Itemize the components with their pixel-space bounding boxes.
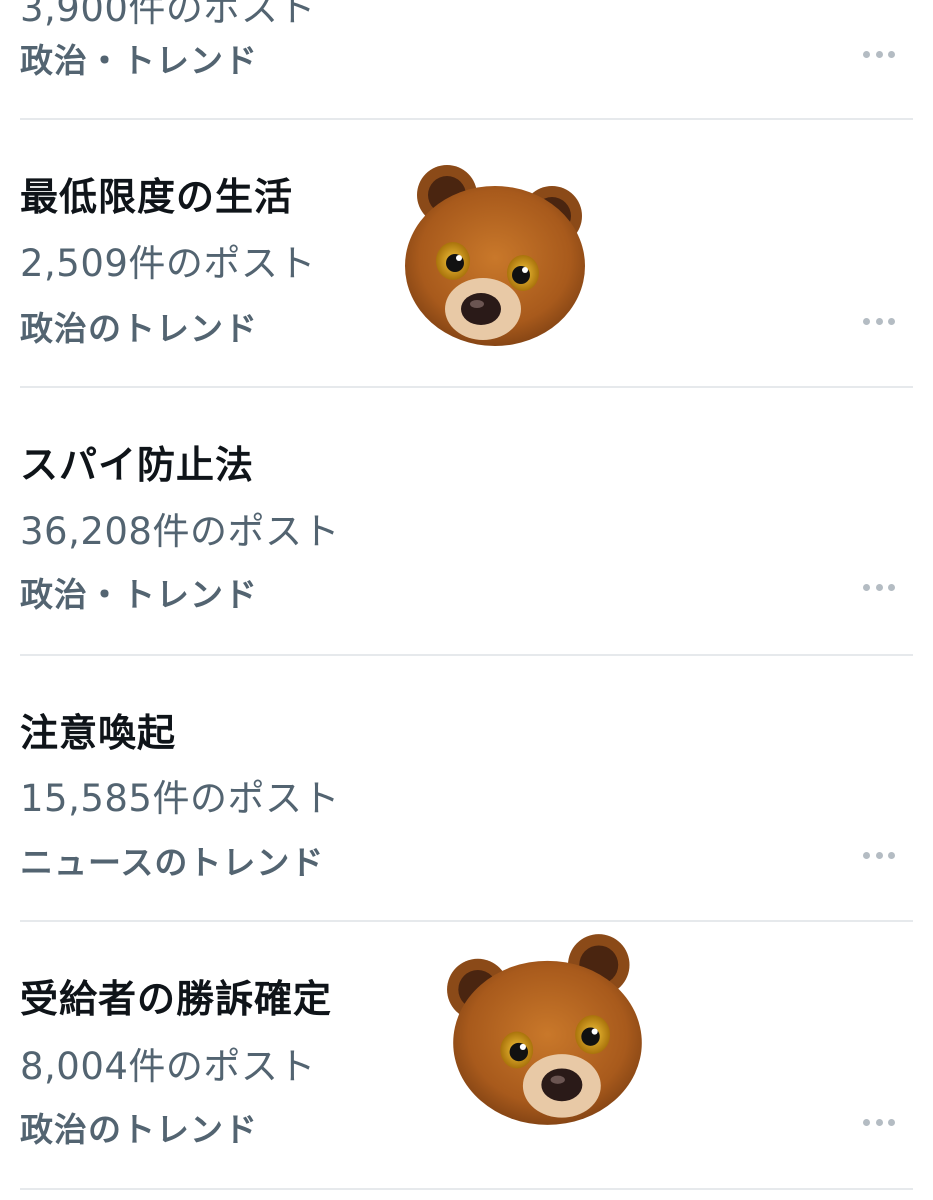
trend-item[interactable]: 3,900件のポスト 政治・トレンド	[20, 0, 913, 120]
post-count: 36,208件のポスト	[20, 510, 340, 553]
trend-item[interactable]: スパイ防止法 36,208件のポスト 政治・トレンド	[20, 388, 913, 656]
bear-face-icon	[405, 165, 585, 346]
more-options-icon[interactable]	[863, 850, 895, 860]
trend-context: ニュースのトレンド	[20, 843, 325, 882]
trend-context: 政治のトレンド	[20, 309, 258, 348]
post-count: 8,004件のポスト	[20, 1045, 316, 1088]
more-options-icon[interactable]	[863, 1117, 895, 1127]
trend-context: 政治・トレンド	[20, 575, 258, 614]
trends-feed: 3,900件のポスト 政治・トレンド 最低限度の生活 2,509件のポスト 政治…	[0, 0, 933, 1200]
trend-topic: スパイ防止法	[20, 443, 255, 487]
post-count: 15,585件のポスト	[20, 777, 340, 820]
trend-context: 政治・トレンド	[20, 41, 258, 80]
trend-topic: 受給者の勝訴確定	[20, 977, 333, 1021]
trend-context: 政治のトレンド	[20, 1110, 258, 1149]
trend-topic: 注意喚起	[20, 711, 177, 755]
more-options-icon[interactable]	[863, 316, 895, 326]
trend-topic: 最低限度の生活	[20, 175, 294, 219]
post-count: 3,900件のポスト	[20, 0, 316, 30]
more-options-icon[interactable]	[863, 582, 895, 592]
more-options-icon[interactable]	[863, 49, 895, 59]
post-count: 2,509件のポスト	[20, 242, 316, 285]
bear-face-icon	[447, 934, 642, 1125]
trend-item[interactable]: 注意喚起 15,585件のポスト ニュースのトレンド	[20, 656, 913, 922]
